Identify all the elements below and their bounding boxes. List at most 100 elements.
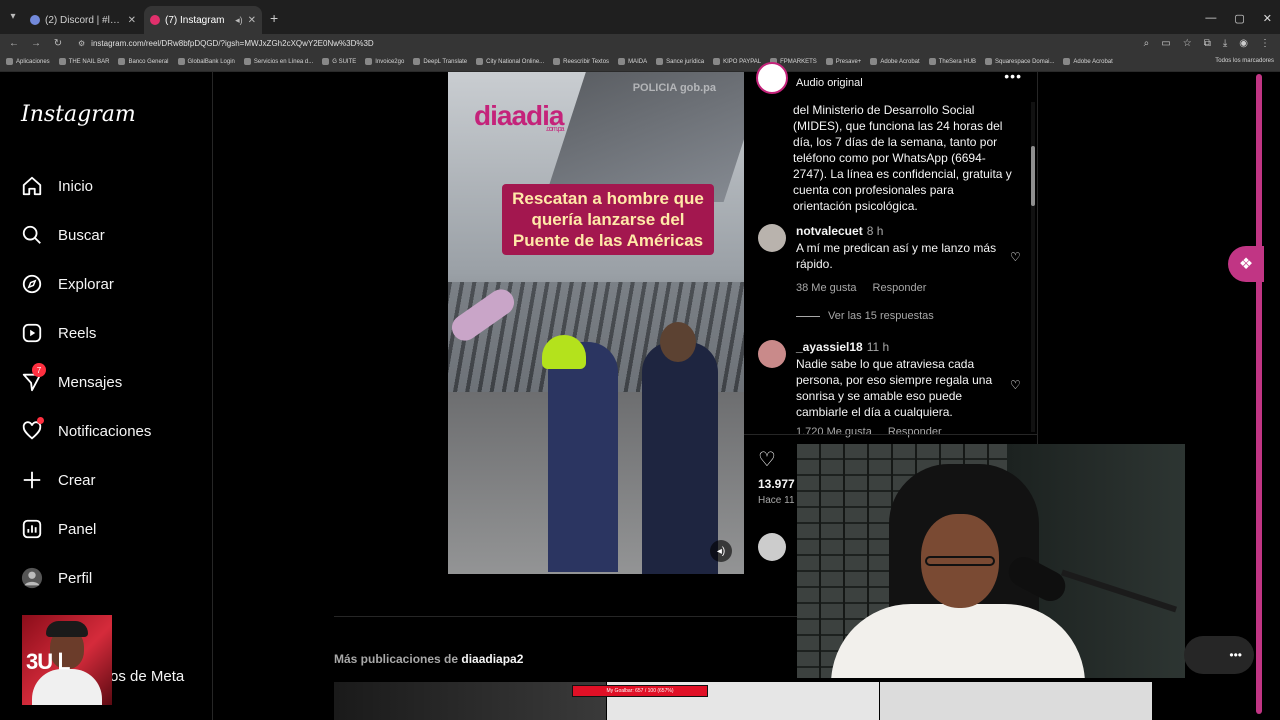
zoom-icon[interactable]: ⌕ (1144, 38, 1150, 49)
sidebar-item-perfil[interactable]: Perfil (20, 566, 92, 590)
maximize-icon[interactable]: ▢ (1234, 12, 1244, 25)
bookmark-item[interactable]: GlobalBank Login (177, 58, 235, 65)
comment-user[interactable]: _ayassiel18 (796, 340, 863, 354)
instagram-logo[interactable]: Instagram (21, 102, 136, 127)
minimize-icon[interactable]: — (1205, 12, 1216, 25)
more-posts-user[interactable]: diaadiapa2 (461, 652, 523, 666)
mute-icon[interactable]: ◂) (710, 540, 732, 562)
bookmark-item[interactable]: City National Online... (476, 58, 544, 65)
sidebar-item-label: Panel (58, 520, 97, 538)
close-tab-icon[interactable]: ✕ (128, 15, 136, 26)
close-window-icon[interactable]: ✕ (1263, 12, 1272, 25)
bookmark-favicon-icon (58, 58, 66, 65)
view-replies-button[interactable]: Ver las 15 respuestas (796, 310, 934, 322)
reels-icon (20, 321, 44, 345)
bookmark-item[interactable]: MAIDA (618, 58, 647, 65)
bookmark-item[interactable]: THE NAIL BAR (58, 58, 109, 65)
sidebar-item-reels[interactable]: Reels (20, 321, 96, 345)
messages-badge: 7 (32, 363, 46, 377)
bookmark-label: DeepL Translate (423, 58, 468, 65)
post-description: del Ministerio de Desarrollo Social (MID… (793, 103, 1012, 213)
bookmark-item[interactable]: Adobe Acrobat (870, 58, 920, 65)
reply-button[interactable]: Responder (873, 282, 927, 294)
sidebar-item-inicio[interactable]: Inicio (20, 174, 93, 198)
comment-username[interactable]: notvalecuet 8 h (796, 224, 883, 238)
comment-meta: 38 Me gusta Responder (796, 282, 942, 294)
like-count[interactable]: 13.977 (758, 477, 795, 491)
download-icon[interactable]: ⤓ (1223, 38, 1227, 49)
page-scrollbar[interactable] (1256, 74, 1262, 714)
toolbar-icons: ⌕ ▭ ☆ ⧉ ⤓ ◉ ⋮ (1144, 38, 1280, 49)
author-avatar[interactable] (756, 62, 788, 94)
comment-like-icon[interactable]: ♡ (1010, 378, 1024, 392)
extension-float-icon[interactable]: ❖ (1228, 246, 1264, 282)
comment-username[interactable]: _ayassiel18 11 h (796, 340, 889, 354)
tab-instagram[interactable]: (7) Instagram ◂) ✕ (144, 6, 262, 34)
sidebar-item-explorar[interactable]: Explorar (20, 272, 114, 296)
current-user-avatar (758, 533, 786, 561)
post-time: Hace 11 (758, 495, 795, 506)
video-brand-logo: diaadia .com.pa (474, 100, 564, 133)
bookmark-item[interactable]: G SUITE (322, 58, 356, 65)
bookmark-item[interactable]: Squarespace Domai... (985, 58, 1054, 65)
post-thumbnail[interactable] (880, 682, 1152, 720)
comment-like-icon[interactable]: ♡ (1010, 250, 1024, 264)
more-options-icon[interactable]: ••• (1004, 68, 1022, 84)
more-icon: ••• (1229, 648, 1242, 662)
like-icon[interactable]: ♡ (758, 447, 776, 472)
sidebar-item-label: Explorar (58, 275, 114, 293)
bookmark-item[interactable]: Adobe Acrobat (1063, 58, 1113, 65)
bookmark-item[interactable]: Servicios en Línea d... (243, 58, 313, 65)
bookmark-favicon-icon (322, 58, 330, 65)
back-icon[interactable]: ← (8, 38, 20, 49)
comment-avatar[interactable] (758, 340, 786, 368)
new-tab-icon[interactable]: + (270, 10, 278, 26)
extensions-icon[interactable]: ⧉ (1204, 38, 1211, 49)
comments-scrollbar[interactable] (1031, 102, 1035, 432)
menu-icon[interactable]: ⋮ (1260, 38, 1270, 49)
bookmark-item[interactable]: TheSera HUB (928, 58, 976, 65)
messenger-icon: 7 (20, 363, 46, 394)
bookmark-star-icon[interactable]: ☆ (1183, 38, 1192, 49)
bookmark-item[interactable]: Presave+ (825, 58, 861, 65)
bookmark-favicon-icon (713, 58, 721, 65)
close-tab-icon[interactable]: ✕ (248, 15, 256, 26)
reload-icon[interactable]: ↻ (52, 38, 64, 49)
profile-avatar (20, 566, 44, 590)
sidebar-item-notificaciones[interactable]: Notificaciones (20, 417, 151, 443)
forward-icon[interactable]: → (30, 38, 42, 49)
bookmark-item[interactable]: Aplicaciones (6, 58, 50, 65)
meta-more-link[interactable]: os de Meta (110, 668, 184, 685)
bookmark-item[interactable]: Invoice2go (365, 58, 404, 65)
comment-avatar[interactable] (758, 224, 786, 252)
main-content: diaadia .com.pa POLICIA gob.pa Rescatan … (214, 62, 1266, 720)
cast-icon[interactable]: ▭ (1161, 38, 1170, 49)
sidebar-item-panel[interactable]: Panel (20, 517, 96, 541)
reel-video[interactable]: diaadia .com.pa POLICIA gob.pa Rescatan … (448, 72, 744, 574)
sidebar-item-buscar[interactable]: Buscar (20, 223, 105, 247)
comment-likes[interactable]: 38 Me gusta (796, 282, 857, 294)
speaker-icon[interactable]: ◂) (235, 15, 243, 26)
search-icon (20, 223, 44, 247)
address-bar[interactable]: ⚙ instagram.com/reel/DRw8bfpDQGD/?igsh=M… (74, 35, 1134, 51)
stream-goal-bar: My Goalbar: 657 / 100 (657%) (572, 685, 708, 697)
home-icon (20, 174, 44, 198)
sidebar-item-mensajes[interactable]: 7 Mensajes (20, 363, 122, 394)
audio-label[interactable]: Audio original (796, 77, 863, 89)
bookmark-item[interactable]: Sance jurídica (656, 58, 704, 65)
bookmark-item[interactable]: Reescribir Textos (553, 58, 609, 65)
bookmark-favicon-icon (1063, 58, 1071, 65)
comment-user[interactable]: notvalecuet (796, 224, 863, 238)
bookmark-item[interactable]: Banco General (118, 58, 169, 65)
bookmark-item[interactable]: DeepL Translate (413, 58, 467, 65)
post-thumbnail[interactable] (334, 682, 606, 720)
bookmark-item[interactable]: KIPO PAYPAL (713, 58, 761, 65)
compass-icon (20, 272, 44, 296)
site-info-icon[interactable]: ⚙ (78, 39, 85, 48)
messages-pill-button[interactable]: ••• (1184, 636, 1254, 674)
all-bookmarks-button[interactable]: Todos los marcadores (1215, 58, 1274, 64)
tab-discord[interactable]: (2) Discord | #los-pibes-chat | ✕ (24, 6, 142, 34)
tab-search-icon[interactable]: ▾ (6, 11, 20, 25)
sidebar-item-crear[interactable]: Crear (20, 468, 96, 492)
profile-icon[interactable]: ◉ (1239, 38, 1248, 49)
